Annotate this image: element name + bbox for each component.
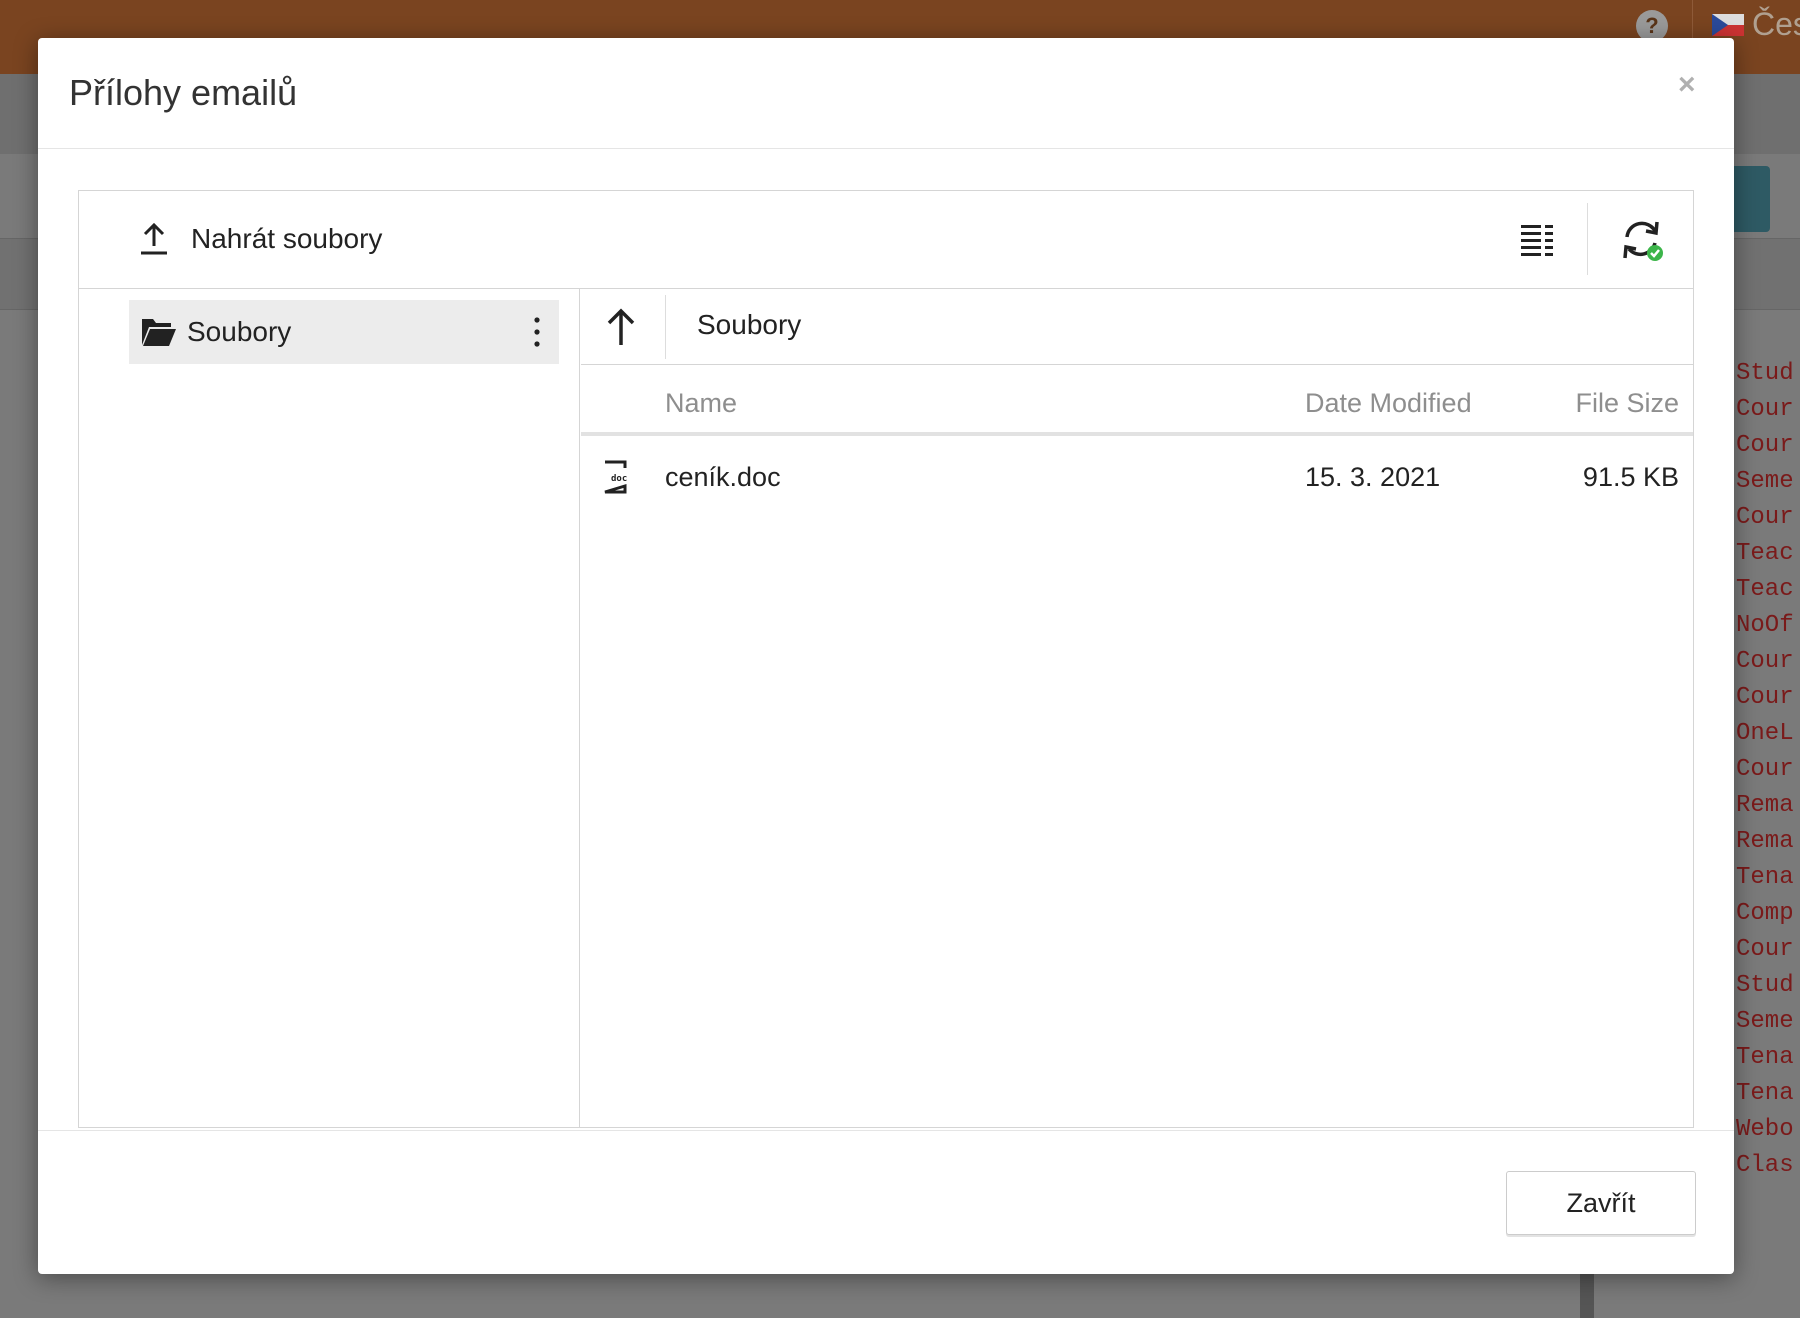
background-code-line: Seme [1736,468,1794,495]
modal-title: Přílohy emailů [69,72,298,113]
arrow-up-icon[interactable] [601,305,641,349]
czech-flag-icon [1712,14,1744,36]
background-code-list: Stud Cour Cour Seme Cour Teac Teac NoOf Cour Cour… [1736,356,1800,1184]
toolbar-separator [1587,203,1588,275]
background-code-line: NoOf [1736,612,1794,639]
column-header-name[interactable]: Name [665,388,737,419]
file-manager: Nahrát soubory Soubory Soubory Name Date… [78,190,1694,1128]
background-code-line: Comp [1736,900,1794,927]
upload-icon [141,222,167,255]
folder-open-icon [142,319,176,346]
file-manager-toolbar: Nahrát soubory [79,191,1693,289]
email-attachments-modal: Přílohy emailů × Nahrát soubory Soubory … [38,38,1734,1274]
list-view-icon[interactable] [1519,221,1555,257]
background-code-line: Clas [1736,1152,1794,1179]
close-icon[interactable]: × [1678,68,1696,102]
file-name: ceník.doc [665,462,781,492]
close-button[interactable]: Zavřít [1506,1171,1696,1235]
breadcrumb-current[interactable]: Soubory [697,309,801,341]
background-code-line: Tena [1736,1080,1794,1107]
background-code-line: Tena [1736,1044,1794,1071]
background-code-line: Tena [1736,864,1794,891]
tree-item-soubory[interactable]: Soubory [129,300,559,364]
background-code-line: Seme [1736,1008,1794,1035]
upload-files-label: Nahrát soubory [191,223,383,254]
file-date-modified: 15. 3. 2021 [1305,462,1441,492]
background-code-line: Rema [1736,828,1794,855]
upload-files-button[interactable]: Nahrát soubory [139,219,382,259]
table-row[interactable]: doc ceník.doc 15. 3. 2021 91.5 KB [581,440,1693,512]
language-label: Čes [1752,6,1800,42]
file-size: 91.5 KB [1582,462,1679,492]
background-code-line: Rema [1736,792,1794,819]
background-code-line: Cour [1736,432,1794,459]
modal-footer: Zavřít [38,1130,1734,1274]
background-code-line: Cour [1736,504,1794,531]
tree-item-label: Soubory [187,316,292,347]
background-code-line: Webo [1736,1116,1794,1143]
more-vertical-icon[interactable] [533,316,541,348]
background-code-line: Cour [1736,936,1794,963]
background-code-line: OneL [1736,720,1794,747]
folder-tree: Soubory [79,289,580,1127]
background-code-line: Stud [1736,360,1794,387]
background-code-line: Cour [1736,648,1794,675]
breadcrumb-separator [665,295,666,359]
column-header-date-modified[interactable]: Date Modified [1305,388,1472,419]
background-code-line: Cour [1736,684,1794,711]
background-code-line: Cour [1736,756,1794,783]
doc-file-icon: doc [604,460,627,494]
modal-header: Přílohy emailů × [38,38,1734,149]
column-header-file-size[interactable]: File Size [1575,388,1679,419]
svg-text:doc: doc [611,474,627,484]
refresh-icon[interactable] [1619,217,1665,263]
file-list-panel: Soubory Name Date Modified File Size doc… [581,289,1693,1127]
background-code-line: Teac [1736,540,1794,567]
background-code-line: Teac [1736,576,1794,603]
background-code-line: Cour [1736,396,1794,423]
file-list-header: Name Date Modified File Size [581,366,1693,436]
breadcrumb: Soubory [581,289,1693,365]
background-code-line: Stud [1736,972,1794,999]
